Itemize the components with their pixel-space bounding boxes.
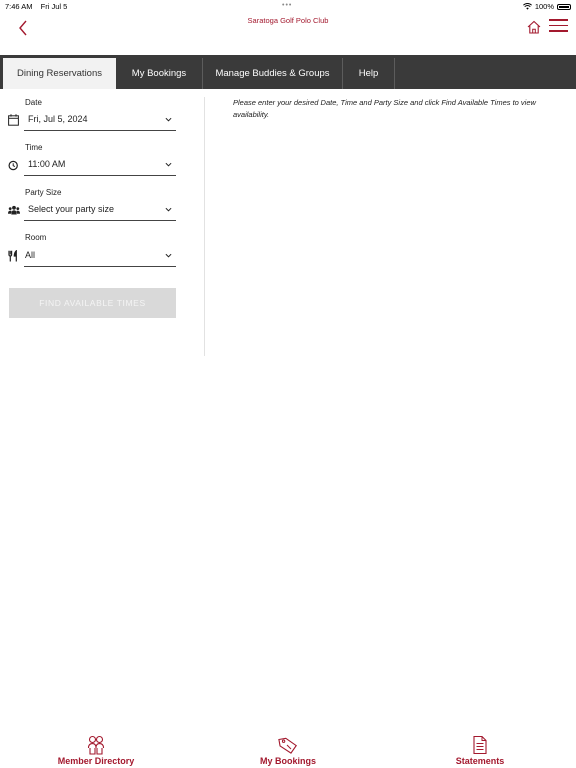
top-header: Saratoga Golf Polo Club [0, 12, 576, 56]
bottom-nav-member-directory[interactable]: Member Directory [26, 730, 166, 766]
bottom-nav-statements[interactable]: Statements [410, 730, 550, 766]
home-icon[interactable] [526, 19, 542, 35]
bottom-nav-my-bookings[interactable]: My Bookings [218, 730, 358, 766]
tag-icon [278, 737, 297, 754]
chevron-down-icon [165, 207, 172, 212]
battery-icon [557, 3, 571, 10]
status-time: 7:46 AM [5, 2, 33, 11]
time-select[interactable]: 11:00 AM [8, 156, 176, 176]
tab-manage-buddies-groups[interactable]: Manage Buddies & Groups [203, 58, 343, 89]
status-bar: 7:46 AM Fri Jul 5 ••• 100% [0, 0, 576, 12]
battery-percent: 100% [534, 2, 554, 11]
party-size-select[interactable]: Select your party size [8, 201, 176, 221]
date-label: Date [25, 98, 42, 107]
find-available-times-button[interactable]: FIND AVAILABLE TIMES [9, 288, 176, 318]
party-size-value: Select your party size [28, 204, 115, 214]
bottom-nav-label: Member Directory [57, 756, 135, 766]
calendar-icon [8, 114, 19, 126]
hamburger-menu-icon[interactable] [549, 19, 568, 35]
time-value: 11:00 AM [28, 159, 66, 169]
chevron-down-icon [165, 253, 172, 258]
group-icon [8, 205, 20, 215]
clock-icon [8, 160, 18, 171]
tab-help[interactable]: Help [343, 58, 395, 89]
bottom-nav-label: My Bookings [259, 756, 316, 766]
tab-bar: Dining Reservations My Bookings Manage B… [0, 55, 576, 89]
date-value: Fri, Jul 5, 2024 [28, 114, 88, 124]
multitask-dots-icon[interactable]: ••• [282, 2, 292, 9]
chevron-down-icon [165, 117, 172, 122]
time-label: Time [25, 143, 43, 152]
tab-my-bookings[interactable]: My Bookings [116, 58, 203, 89]
club-title: Saratoga Golf Polo Club [247, 16, 329, 25]
date-select[interactable]: Fri, Jul 5, 2024 [8, 111, 176, 131]
panel-divider [204, 97, 205, 356]
room-label: Room [25, 233, 47, 242]
status-date: Fri Jul 5 [40, 2, 68, 11]
tab-dining-reservations[interactable]: Dining Reservations [3, 58, 116, 89]
room-value: All [25, 250, 36, 260]
party-size-label: Party Size [25, 188, 62, 197]
room-select[interactable]: All [8, 247, 176, 267]
instructions-text: Please enter your desired Date, Time and… [233, 98, 536, 119]
people-icon [87, 735, 105, 755]
bottom-nav: Member Directory My Bookings Statements [0, 730, 576, 768]
wifi-icon [522, 3, 532, 10]
fork-knife-icon [8, 250, 17, 262]
document-icon [473, 735, 487, 755]
bottom-nav-label: Statements [455, 756, 505, 766]
chevron-down-icon [165, 162, 172, 167]
